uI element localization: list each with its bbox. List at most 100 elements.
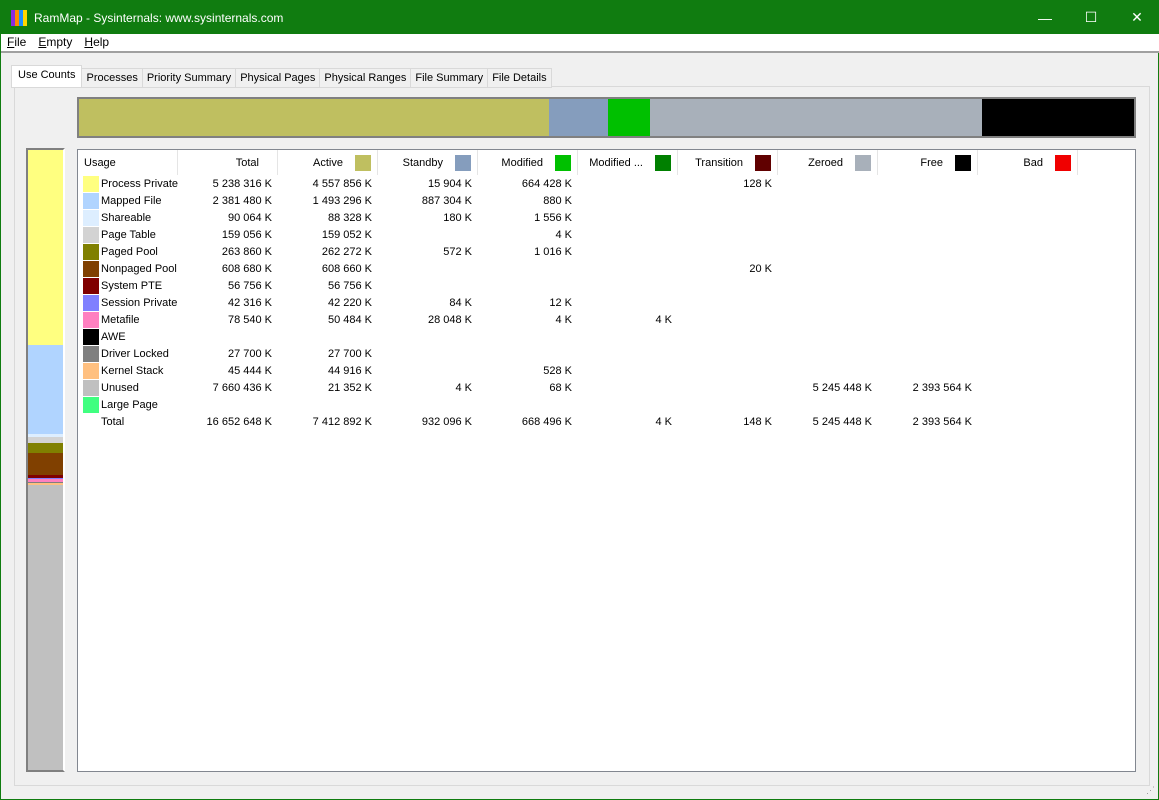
value-cell-total: 16 652 648 K [206,415,272,428]
value-cell-total: 45 444 K [227,364,272,377]
state-segment-active [79,99,549,136]
usage-cell: Paged Pool [78,243,178,260]
usage-cell: Unused [78,379,178,396]
state-segment-zeroed [650,99,983,136]
value-cell-active: 88 328 K [327,211,372,224]
column-header-free[interactable]: Free [878,150,978,175]
usage-cell: Kernel Stack [78,362,178,379]
usage-cell: Process Private [78,175,178,192]
usage-label: Unused [101,381,139,394]
value-cell-active: 21 352 K [327,381,372,394]
usage-label: Shareable [101,211,152,224]
column-label: Modified ... [589,156,643,169]
value-cell-modified: 68 K [549,381,572,394]
legend-swatch [955,154,971,171]
tab-priority-summary[interactable]: Priority Summary [142,68,237,88]
table-row[interactable]: Kernel Stack 45 444 K 44 916 K 528 K [78,362,1135,379]
tab-physical-pages[interactable]: Physical Pages [236,68,321,88]
state-segment-modified [607,99,651,136]
usage-color-swatch [83,294,99,311]
value-cell-total: 263 860 K [221,245,272,258]
usage-color-swatch [83,345,99,362]
value-cell-total: 608 680 K [221,262,272,275]
resize-grip[interactable]: ⋰ [1146,785,1155,796]
usage-color-swatch [83,396,99,413]
table-row[interactable]: Total 16 652 648 K 7 412 892 K 932 096 K 668… [78,413,1135,430]
column-header-modified[interactable]: Modified ... [578,150,678,175]
column-header-modified[interactable]: Modified [478,150,578,175]
usage-label: Page Table [101,228,156,241]
table-row[interactable]: Nonpaged Pool 608 680 K 608 660 K 20 K [78,260,1135,277]
usage-label: Mapped File [101,194,162,207]
legend-swatch [755,154,771,171]
value-cell-free: 2 393 564 K [912,381,972,394]
usage-color-swatch [83,311,99,328]
table-row[interactable]: Shareable 90 064 K 88 328 K 180 K 1 556 K [78,209,1135,226]
value-cell-active: 27 700 K [327,347,372,360]
column-header-total[interactable]: Total [178,150,278,175]
close-button[interactable]: ✕ [1114,1,1159,34]
column-header-standby[interactable]: Standby [378,150,478,175]
column-header-transition[interactable]: Transition [678,150,778,175]
table-row[interactable]: System PTE 56 756 K 56 756 K [78,277,1135,294]
value-cell-modified: 668 496 K [521,415,572,428]
table-row[interactable]: Large Page [78,396,1135,413]
table-row[interactable]: Metafile 78 540 K 50 484 K 28 048 K 4 K 4 K [78,311,1135,328]
value-cell-total: 56 756 K [227,279,272,292]
column-label: Total [235,156,259,169]
usage-label: Kernel Stack [101,364,164,377]
tab-file-details[interactable]: File Details [488,68,552,88]
usage-cell: Large Page [78,396,178,413]
usage-segment-mapped-file [28,345,63,434]
column-label: Standby [402,156,443,169]
tab-processes[interactable]: Processes [82,68,143,88]
legend-swatch [555,154,571,171]
column-header-active[interactable]: Active [278,150,378,175]
usage-color-swatch [83,226,99,243]
usage-segment-process-private [28,150,63,346]
usage-cell: AWE [78,328,178,345]
legend-swatch [455,154,471,171]
tab-physical-ranges[interactable]: Physical Ranges [320,68,412,88]
table-row[interactable]: Driver Locked 27 700 K 27 700 K [78,345,1135,362]
usage-cell: System PTE [78,277,178,294]
table-row[interactable]: Session Private 42 316 K 42 220 K 84 K 12 K [78,294,1135,311]
value-cell-standby: 15 904 K [427,177,472,190]
table-row[interactable]: Mapped File 2 381 480 K 1 493 296 K 887 304… [78,192,1135,209]
table-row[interactable]: AWE [78,328,1135,345]
value-cell-standby: 28 048 K [427,313,472,326]
usage-label: Total [101,415,125,428]
usage-label: System PTE [101,279,163,292]
use-counts-table: Usage Total Active Standby Modified Modified … [77,149,1136,772]
usage-color-swatch [83,243,99,260]
menu-help[interactable]: Help [78,34,115,51]
value-cell-total: 2 381 480 K [212,194,272,207]
value-cell-active: 42 220 K [327,296,372,309]
column-header-bad[interactable]: Bad [978,150,1078,175]
table-row[interactable]: Paged Pool 263 860 K 262 272 K 572 K 1 016 K [78,243,1135,260]
maximize-button[interactable]: ☐ [1068,1,1114,34]
column-header-zeroed[interactable]: Zeroed [778,150,878,175]
usage-color-swatch [83,175,99,192]
column-label: Modified [501,156,543,169]
usage-cell: Metafile [78,311,178,328]
legend-swatch [355,154,371,171]
minimize-button[interactable]: — [1022,1,1068,34]
tab-use-counts[interactable]: Use Counts [11,65,83,88]
value-cell-total: 78 540 K [227,313,272,326]
usage-color-swatch [83,277,99,294]
value-cell-modified: 4 K [555,313,572,326]
menu-empty[interactable]: Empty [32,34,78,51]
table-row[interactable]: Page Table 159 056 K 159 052 K 4 K [78,226,1135,243]
column-header-usage[interactable]: Usage [78,150,178,175]
column-label: Active [313,156,343,169]
table-row[interactable]: Unused 7 660 436 K 21 352 K 4 K 68 K 5 245 44… [78,379,1135,396]
usage-color-swatch [83,209,99,226]
value-cell-modified: 4 K [555,228,572,241]
value-cell-active: 56 756 K [327,279,372,292]
menu-file[interactable]: File [1,34,32,51]
value-cell-active: 608 660 K [321,262,372,275]
table-row[interactable]: Process Private 5 238 316 K 4 557 856 K 15 … [78,175,1135,192]
usage-segment-paged-pool [28,442,63,453]
tab-file-summary[interactable]: File Summary [411,68,489,88]
